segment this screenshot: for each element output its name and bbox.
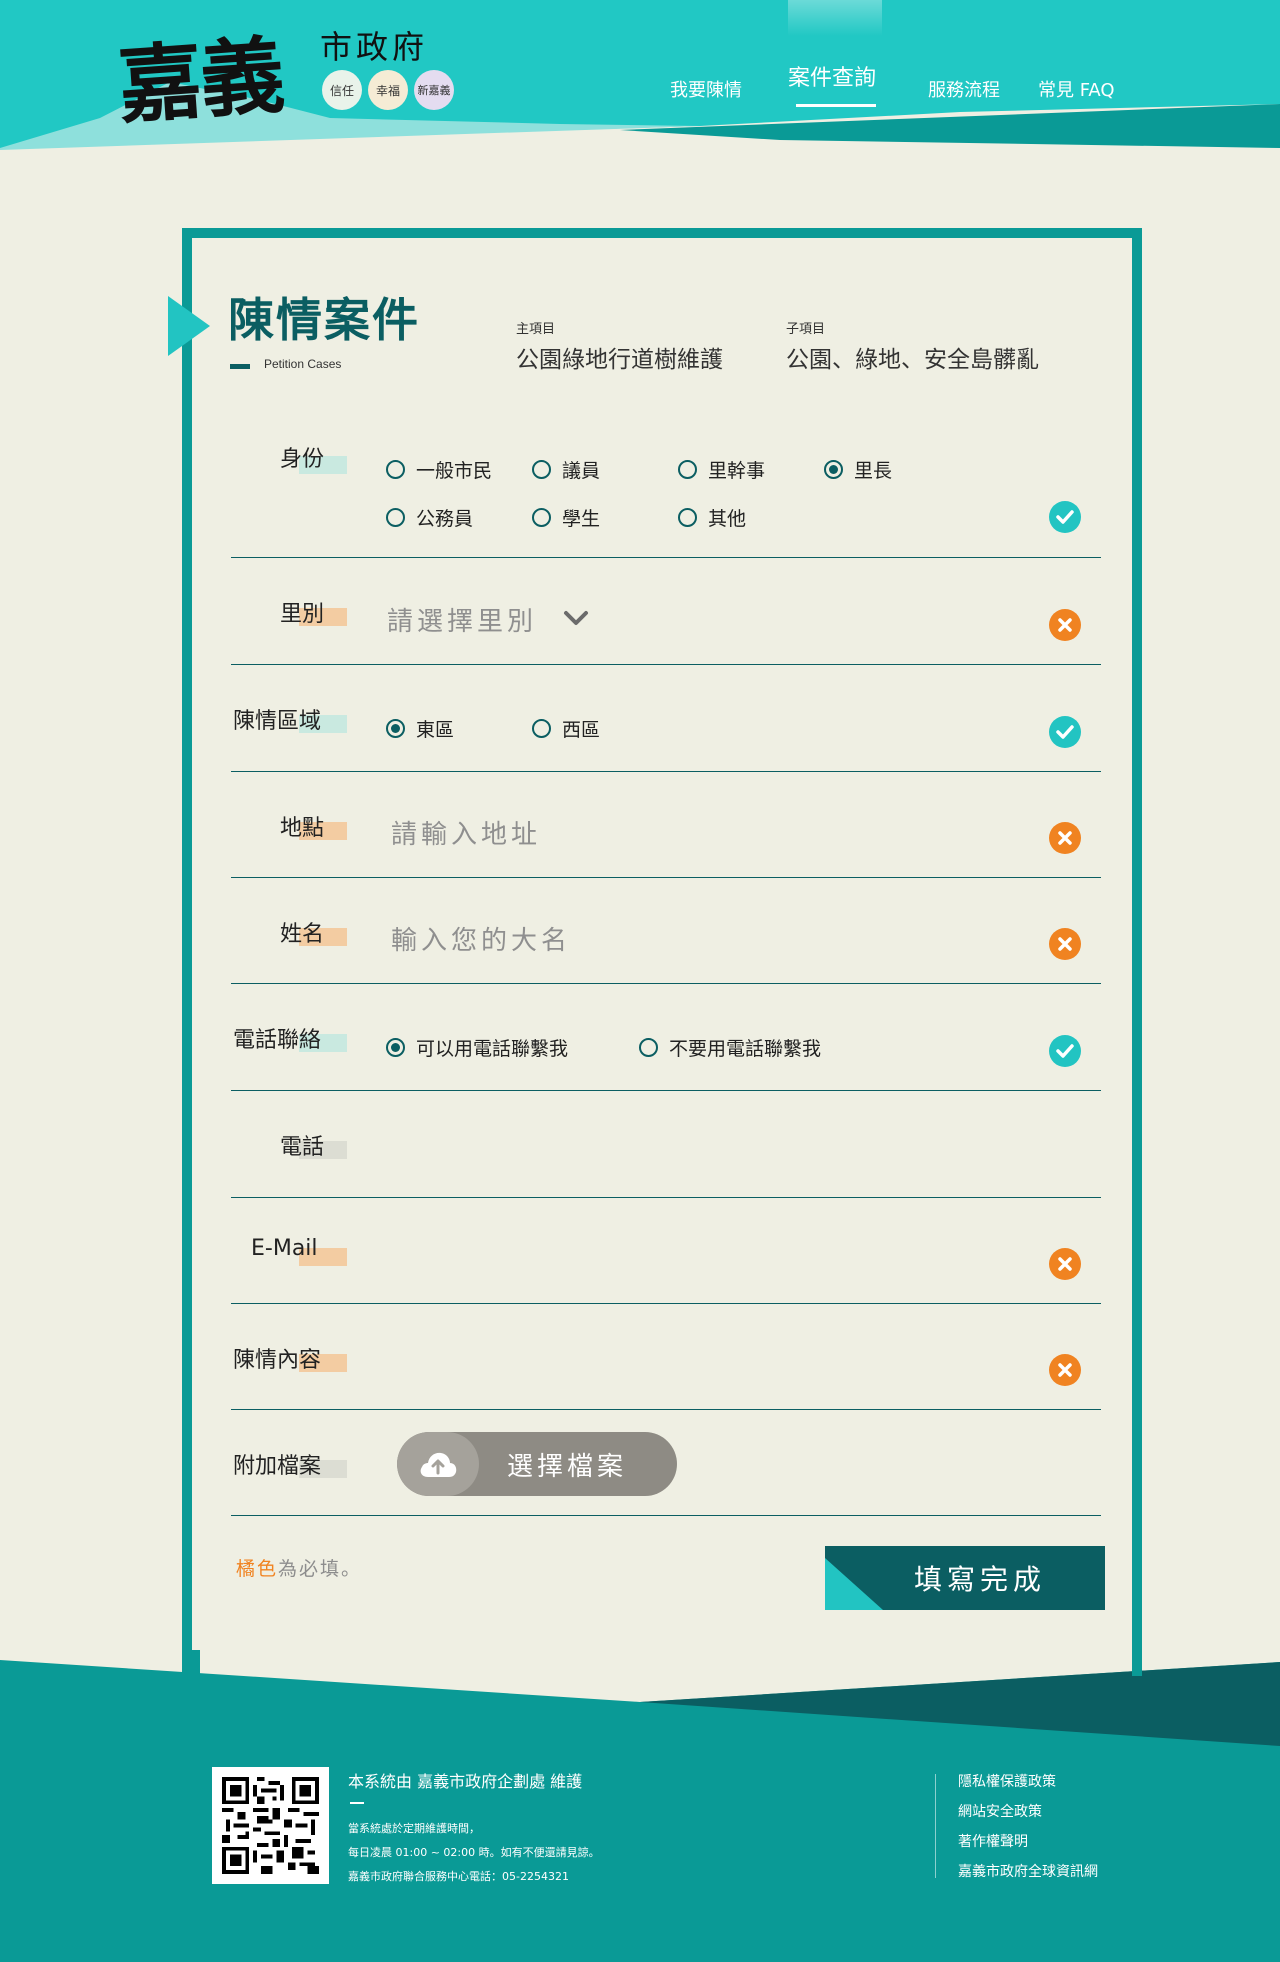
- radio-other[interactable]: 其他: [678, 504, 746, 531]
- qr-code: [212, 1767, 329, 1884]
- radio-dot: [386, 460, 405, 479]
- radio-dot: [386, 508, 405, 527]
- email-row: E-Mail: [231, 1198, 1101, 1304]
- required-note: 橘色為必填。: [236, 1554, 362, 1581]
- radio-contact-yes[interactable]: 可以用電話聯繫我: [386, 1034, 568, 1061]
- radio-dot: [678, 460, 697, 479]
- contact-label: 電話聯絡: [233, 1028, 322, 1053]
- radio-west-district[interactable]: 西區: [532, 715, 600, 742]
- page-subtitle: Petition Cases: [264, 357, 342, 371]
- area-label: 陳情區域: [233, 709, 322, 734]
- radio-village-officer[interactable]: 里幹事: [678, 456, 765, 483]
- attachment-label: 附加檔案: [233, 1454, 322, 1479]
- name-row: 姓名 輸入您的大名: [231, 878, 1101, 984]
- footer-link-privacy[interactable]: 隱私權保護政策: [958, 1771, 1056, 1791]
- radio-dot: [532, 460, 551, 479]
- radio-dot-selected: [386, 1038, 405, 1057]
- sub-category-label: 子項目: [786, 322, 826, 337]
- x-circle-icon: [1049, 1248, 1081, 1280]
- radio-dot-selected: [386, 719, 405, 738]
- site-footer: [0, 1650, 1280, 1962]
- footer-link-copyright[interactable]: 著作權聲明: [958, 1831, 1028, 1851]
- sub-category-value: 公園、綠地、安全島髒亂: [786, 347, 1039, 373]
- logo-subtitle: 市政府: [320, 28, 429, 66]
- footer-background: [0, 1650, 1280, 1962]
- radio-dot: [639, 1038, 658, 1057]
- check-circle-icon: [1049, 501, 1081, 533]
- radio-contact-no[interactable]: 不要用電話聯繫我: [639, 1034, 821, 1061]
- email-label: E-Mail: [251, 1236, 318, 1261]
- site-header: 嘉義 市政府 信任 幸福 新嘉義 我要陳情 案件查詢 服務流程 常見 FAQ: [0, 0, 1280, 160]
- nav-service-flow[interactable]: 服務流程: [928, 76, 1000, 102]
- phone-row: 電話: [231, 1091, 1101, 1198]
- radio-councilor[interactable]: 議員: [532, 456, 600, 483]
- cloud-upload-icon: [397, 1432, 479, 1496]
- footer-link-city-website[interactable]: 嘉義市政府全球資訊網: [958, 1861, 1098, 1881]
- choose-file-label: 選擇檔案: [507, 1452, 628, 1482]
- nav-case-query[interactable]: 案件查詢: [788, 60, 876, 92]
- title-dash: [230, 364, 250, 369]
- radio-dot: [678, 508, 697, 527]
- nav-faq[interactable]: 常見 FAQ: [1038, 76, 1115, 102]
- footer-maintenance-note: 當系統處於定期維護時間，: [348, 1822, 480, 1835]
- submit-label: 填寫完成: [913, 1563, 1046, 1596]
- x-circle-icon: [1049, 1354, 1081, 1386]
- badge-new-chiayi: 新嘉義: [414, 70, 454, 110]
- phone-input[interactable]: [381, 1119, 1001, 1169]
- nav-active-underline: [796, 104, 876, 107]
- footer-link-security[interactable]: 網站安全政策: [958, 1801, 1042, 1821]
- required-note-text: 為必填。: [278, 1558, 363, 1580]
- contact-row: 電話聯絡 可以用電話聯繫我 不要用電話聯繫我: [231, 984, 1101, 1091]
- content-textarea[interactable]: [381, 1332, 1001, 1382]
- footer-service-phone: 嘉義市政府聯合服務中心電話：05-2254321: [348, 1870, 569, 1883]
- radio-student[interactable]: 學生: [532, 504, 600, 531]
- page-title: 陳情案件: [228, 293, 420, 347]
- nav-active-glow: [788, 0, 882, 36]
- location-label: 地點: [280, 816, 325, 841]
- x-circle-icon: [1049, 609, 1081, 641]
- location-input[interactable]: 請輸入地址: [391, 814, 541, 851]
- badge-trust: 信任: [322, 70, 362, 110]
- phone-label: 電話: [280, 1135, 325, 1160]
- radio-dot: [532, 508, 551, 527]
- content-row: 陳情內容: [231, 1304, 1101, 1410]
- attachment-row: 附加檔案 選擇檔案: [231, 1410, 1101, 1516]
- badge-happiness: 幸福: [368, 70, 408, 110]
- radio-civil-servant[interactable]: 公務員: [386, 504, 473, 531]
- main-category-value: 公園綠地行道樹維護: [516, 347, 723, 373]
- radio-dot: [532, 719, 551, 738]
- content-label: 陳情內容: [233, 1348, 322, 1373]
- area-row: 陳情區域 東區 西區: [231, 665, 1101, 772]
- check-circle-icon: [1049, 716, 1081, 748]
- village-label: 里別: [280, 602, 325, 627]
- chevron-down-icon[interactable]: [563, 610, 589, 628]
- footer-separator: [935, 1774, 936, 1878]
- x-circle-icon: [1049, 822, 1081, 854]
- x-circle-icon: [1049, 928, 1081, 960]
- village-row: 里別 請選擇里別: [231, 558, 1101, 665]
- footer-maintainer: 本系統由 嘉義市政府企劃處 維護: [348, 1772, 583, 1791]
- name-label: 姓名: [280, 922, 325, 947]
- radio-village-chief[interactable]: 里長: [824, 456, 892, 483]
- location-row: 地點 請輸入地址: [231, 772, 1101, 878]
- radio-east-district[interactable]: 東區: [386, 715, 454, 742]
- choose-file-button[interactable]: 選擇檔案: [397, 1432, 677, 1496]
- village-select[interactable]: 請選擇里別: [387, 601, 537, 638]
- radio-citizen[interactable]: 一般市民: [386, 456, 492, 483]
- title-triangle-icon: [168, 296, 210, 356]
- submit-button[interactable]: 填寫完成: [825, 1546, 1105, 1610]
- check-circle-icon: [1049, 1035, 1081, 1067]
- footer-maintenance-time: 每日凌晨 01:00 ~ 02:00 時。如有不便還請見諒。: [348, 1846, 600, 1859]
- footer-dash: [350, 1802, 364, 1804]
- identity-label: 身份: [280, 447, 325, 472]
- main-category-label: 主項目: [516, 322, 556, 337]
- logo[interactable]: 嘉義: [114, 8, 286, 140]
- nav-petition[interactable]: 我要陳情: [670, 76, 742, 102]
- identity-row: 身份 一般市民 議員 里幹事 里長 公務員 學生 其他: [231, 436, 1101, 558]
- email-input[interactable]: [381, 1226, 1001, 1276]
- name-input[interactable]: 輸入您的大名: [391, 920, 571, 957]
- required-note-highlight: 橘色: [236, 1558, 279, 1580]
- radio-dot-selected: [824, 460, 843, 479]
